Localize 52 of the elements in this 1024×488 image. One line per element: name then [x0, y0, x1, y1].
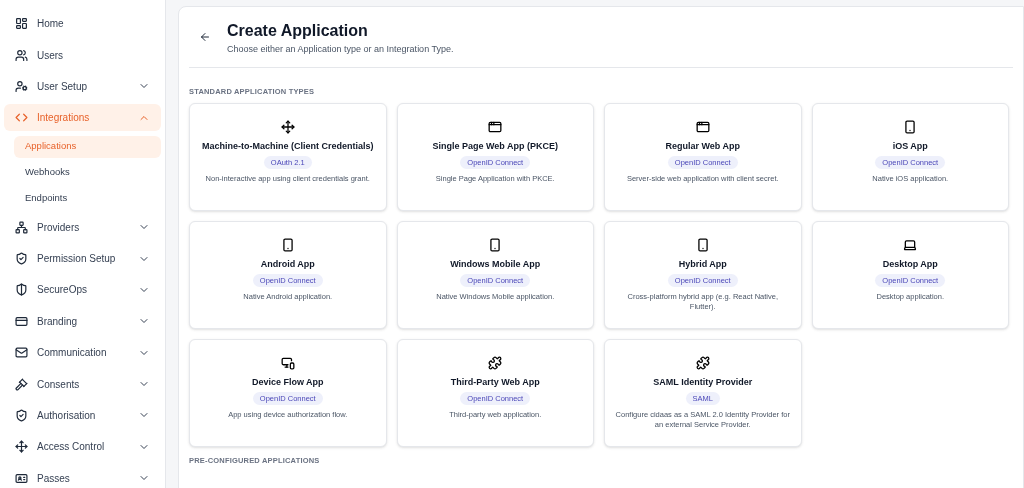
smartphone-icon	[280, 237, 295, 252]
sidebar-subitem[interactable]: Endpoints	[14, 187, 161, 210]
browser-window-icon	[695, 119, 710, 134]
puzzle-icon	[695, 355, 710, 370]
sidebar-item[interactable]: Consents	[4, 370, 161, 398]
users-icon	[15, 48, 28, 62]
sidebar-item[interactable]: Home	[4, 10, 161, 38]
card-title: Desktop App	[882, 257, 938, 270]
sidebar-item[interactable]: SecureOps	[4, 276, 161, 304]
id-badge-icon	[15, 471, 28, 485]
smartphone-icon	[903, 119, 918, 134]
sidebar-item[interactable]: Permission Setup	[4, 245, 161, 273]
page-subtitle: Choose either an Application type or an Integration Type.	[227, 43, 454, 56]
shield-icon	[15, 283, 28, 297]
smartphone-icon	[488, 237, 503, 252]
network-icon	[15, 220, 28, 234]
card-title: iOS App	[892, 139, 928, 152]
card-title: Android App	[260, 257, 315, 270]
card-title: Device Flow App	[251, 375, 324, 388]
arrows-icon	[15, 440, 28, 454]
sidebar-item[interactable]: Users	[4, 41, 161, 69]
back-button[interactable]	[199, 31, 211, 43]
back-arrow-icon	[199, 31, 211, 43]
sidebar-item[interactable]: Branding	[4, 307, 161, 335]
laptop-icon	[903, 237, 918, 252]
card-title: Single Page Web App (PKCE)	[432, 139, 558, 152]
card-title: Windows Mobile App	[450, 257, 541, 270]
sidebar-item[interactable]: Authorisation	[4, 401, 161, 429]
card-title: SAML Identity Provider	[653, 375, 753, 388]
card-icon	[15, 314, 28, 328]
sidebar-item[interactable]: Providers	[4, 213, 161, 241]
page-title: Create Application	[227, 21, 369, 41]
card-title: Third-Party Web App	[450, 375, 540, 388]
gavel-icon	[15, 377, 28, 391]
shield-icon	[15, 408, 28, 422]
sidebar-item[interactable]: Access Control	[4, 433, 161, 461]
sidebar-item[interactable]: Communication	[4, 339, 161, 367]
mail-icon	[15, 346, 28, 360]
browser-window-icon	[488, 119, 503, 134]
devices-icon	[280, 355, 295, 370]
sidebar-item[interactable]: Passes	[4, 464, 161, 488]
card-title: Machine-to-Machine (Client Credentials)	[202, 139, 374, 152]
card-title: Regular Web App	[665, 139, 740, 152]
sidebar-item[interactable]: User Setup	[4, 72, 161, 100]
user-gear-icon	[15, 79, 28, 93]
dashboard-icon	[15, 17, 28, 31]
shield-icon	[15, 252, 28, 266]
smartphone-icon	[695, 237, 710, 252]
puzzle-icon	[488, 355, 503, 370]
sidebar-subitem[interactable]: Webhooks	[14, 161, 161, 184]
arrows-icon	[280, 119, 295, 134]
card-title: Hybrid App	[678, 257, 727, 270]
